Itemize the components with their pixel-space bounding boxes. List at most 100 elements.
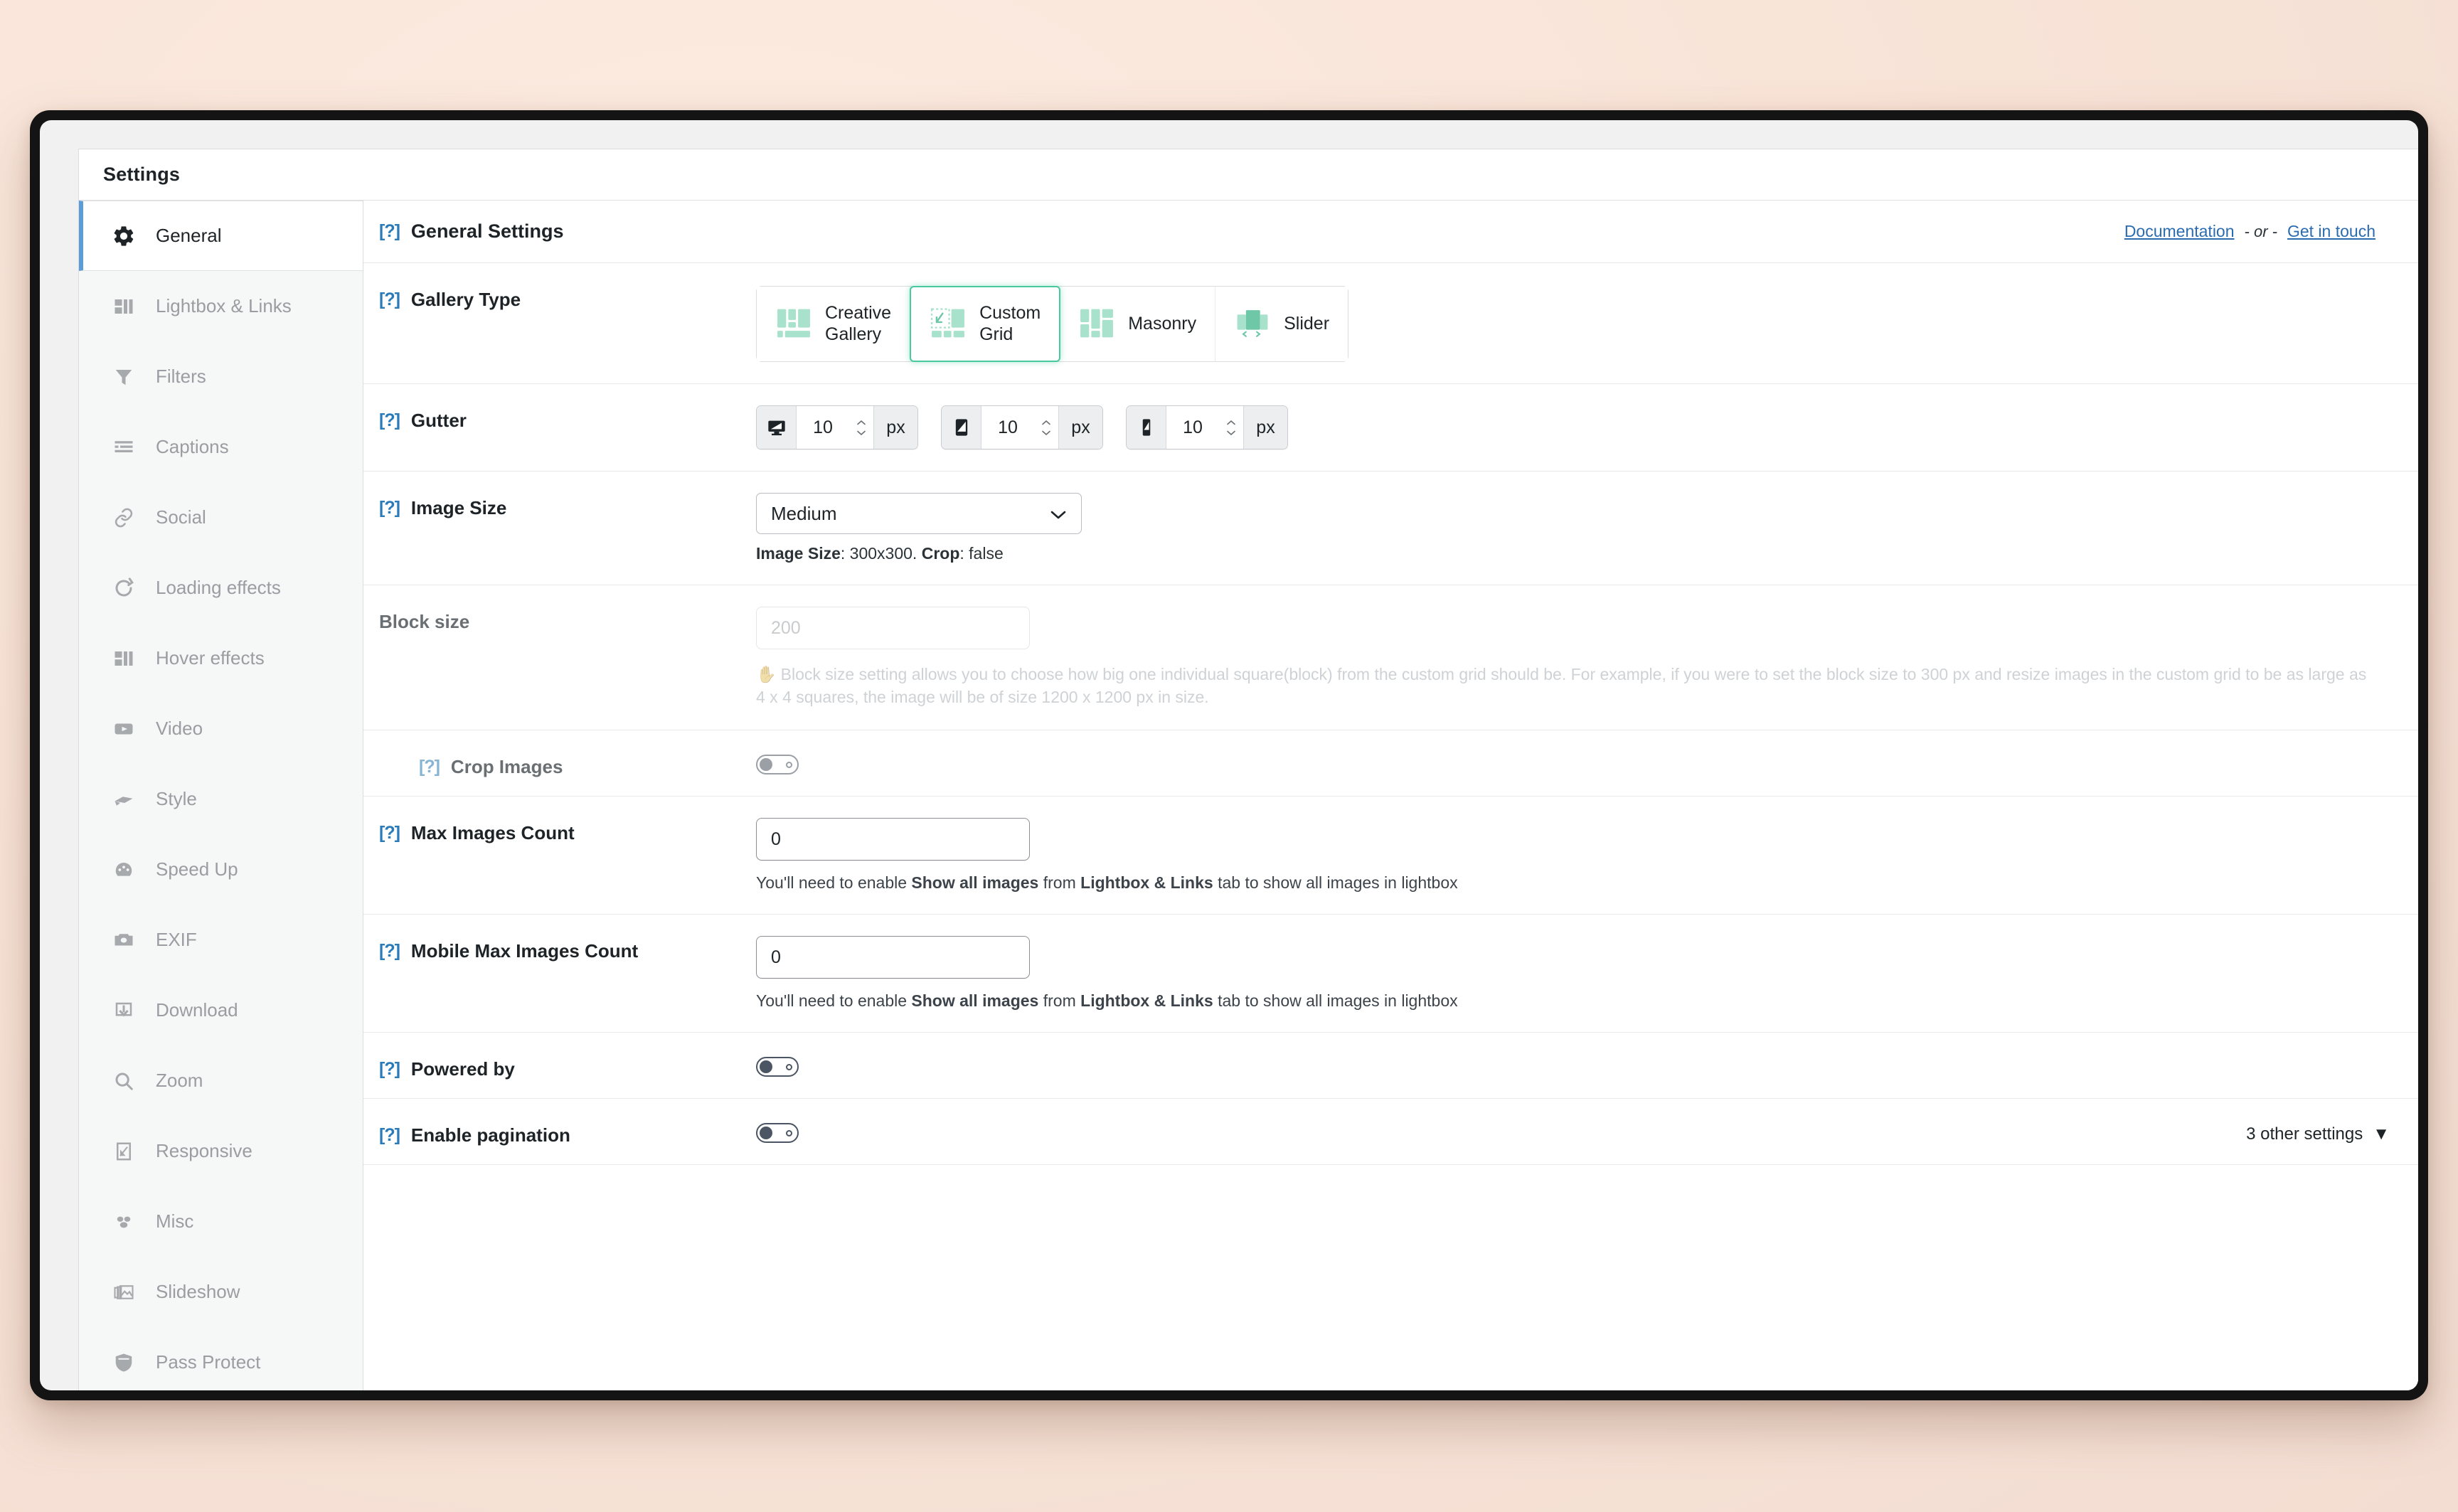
sidebar-item-social[interactable]: Social [79, 482, 363, 553]
block-size-label-cell: Block size [379, 585, 756, 633]
device-frame: Settings General Lightbox & Links Filter… [30, 110, 2428, 1400]
refresh-icon [107, 575, 140, 602]
download-icon [107, 997, 140, 1024]
sidebar-item-style[interactable]: Style [79, 764, 363, 834]
sidebar-item-download[interactable]: Download [79, 975, 363, 1045]
sidebar-item-label: Hover effects [156, 647, 265, 669]
help-icon[interactable]: [?] [379, 223, 400, 240]
sidebar-item-video[interactable]: Video [79, 693, 363, 764]
sidebar-item-label: Social [156, 506, 206, 528]
toggle-ring [786, 761, 792, 768]
gallery-type-option-masonry[interactable]: Masonry [1060, 287, 1216, 361]
sidebar-item-lightbox-links[interactable]: Lightbox & Links [79, 271, 363, 341]
settings-content: [?] General Settings Documentation - or … [363, 201, 2418, 1390]
crop-images-toggle[interactable] [756, 755, 799, 775]
gutter-desktop-value: 10 [797, 406, 849, 449]
image-size-note-value: : 300x300. [840, 544, 922, 563]
row-gutter: [?] Gutter 10 px 10 px 10 px [363, 384, 2418, 472]
sidebar-item-label: EXIF [156, 929, 197, 950]
gutter-mobile-stepper[interactable]: 10 px [1126, 405, 1288, 449]
link-separator: - or - [2244, 222, 2277, 240]
help-icon[interactable]: [?] [379, 942, 400, 960]
sidebar-item-slideshow[interactable]: Slideshow [79, 1257, 363, 1327]
image-size-select[interactable]: Medium [756, 493, 1082, 534]
gutter-desktop-arrows[interactable] [849, 406, 873, 449]
powered-by-toggle[interactable] [756, 1057, 799, 1077]
sidebar-item-label: Filters [156, 366, 206, 387]
sidebar-item-captions[interactable]: Captions [79, 412, 363, 482]
custom-grid-icon [930, 306, 967, 343]
note-part: from [1038, 873, 1081, 893]
layout-icon [107, 645, 140, 672]
mobile-max-images-count-note: You'll need to enable Show all images fr… [756, 991, 2390, 1011]
sidebar-item-speed-up[interactable]: Speed Up [79, 834, 363, 905]
block-size-input[interactable]: 200 [756, 607, 1030, 649]
sidebar-item-label: Misc [156, 1210, 194, 1232]
chevron-down-icon [1050, 503, 1067, 525]
panel-title-bar: Settings [79, 149, 2418, 201]
row-mobile-max-images-count: [?] Mobile Max Images Count 0 You'll nee… [363, 915, 2418, 1033]
enable-pagination-toggle[interactable] [756, 1123, 799, 1144]
note-part: You'll need to enable [756, 991, 912, 1011]
masonry-icon [1078, 306, 1115, 343]
help-icon[interactable]: [?] [379, 412, 400, 430]
max-images-count-label-cell: [?] Max Images Count [379, 797, 756, 844]
image-size-label-cell: [?] Image Size [379, 472, 756, 519]
help-icon[interactable]: [?] [379, 1127, 400, 1144]
note-part: tab to show all images in lightbox [1213, 991, 1458, 1011]
shield-icon [107, 1349, 140, 1376]
help-icon[interactable]: [?] [379, 824, 400, 842]
get-in-touch-link[interactable]: Get in touch [2287, 222, 2375, 241]
magnifier-icon [107, 1068, 140, 1095]
sidebar-item-responsive[interactable]: Responsive [79, 1116, 363, 1186]
row-max-images-count: [?] Max Images Count 0 You'll need to en… [363, 797, 2418, 915]
creative-gallery-icon [775, 306, 812, 343]
gutter-label: Gutter [410, 410, 467, 431]
gutter-tablet-arrows[interactable] [1034, 406, 1058, 449]
gallery-type-option-label: Slider [1284, 313, 1330, 334]
toggle-knob [760, 1127, 772, 1140]
sidebar-item-label: Loading effects [156, 577, 281, 598]
gallery-type-option-custom-grid[interactable]: Custom Grid [910, 286, 1061, 362]
gutter-mobile-arrows[interactable] [1219, 406, 1243, 449]
sidebar-item-exif[interactable]: EXIF [79, 905, 363, 975]
text-lines-icon [107, 434, 140, 461]
gutter-tablet-value: 10 [981, 406, 1034, 449]
sidebar-item-hover-effects[interactable]: Hover effects [79, 623, 363, 693]
gallery-type-option-slider[interactable]: Slider [1215, 287, 1348, 361]
sidebar-nav: General Lightbox & Links Filters Caption… [79, 201, 363, 1390]
help-icon[interactable]: [?] [379, 1060, 400, 1078]
help-icon[interactable]: [?] [379, 291, 400, 309]
gallery-type-option-creative-gallery[interactable]: Creative Gallery [757, 287, 911, 361]
dots-icon [107, 1208, 140, 1235]
gutter-desktop-stepper[interactable]: 10 px [756, 405, 918, 449]
documentation-link[interactable]: Documentation [2124, 222, 2235, 241]
sidebar-item-misc[interactable]: Misc [79, 1186, 363, 1257]
image-size-field: Medium Image Size: 300x300. Crop: false [756, 472, 2390, 585]
sidebar-item-zoom[interactable]: Zoom [79, 1045, 363, 1116]
toggle-ring [786, 1063, 792, 1070]
sidebar-item-pass-protect[interactable]: Pass Protect [79, 1327, 363, 1390]
image-size-note: Image Size: 300x300. Crop: false [756, 544, 2390, 563]
block-size-help-copy: Block size setting allows you to choose … [756, 665, 2367, 706]
sidebar-item-general[interactable]: General [79, 201, 363, 271]
max-images-count-input[interactable]: 0 [756, 818, 1030, 861]
other-settings-disclosure[interactable]: 3 other settings ▼ [2246, 1099, 2390, 1144]
gutter-mobile-unit: px [1243, 406, 1287, 449]
help-icon[interactable]: [?] [379, 499, 400, 517]
sidebar-item-label: Slideshow [156, 1281, 240, 1302]
sidebar-item-label: Lightbox & Links [156, 295, 292, 316]
row-gallery-type: [?] Gallery Type Creative Gallery Custom… [363, 263, 2418, 384]
gutter-mobile-value: 10 [1166, 406, 1219, 449]
gutter-tablet-stepper[interactable]: 10 px [941, 405, 1103, 449]
settings-panel: Settings General Lightbox & Links Filter… [78, 149, 2418, 1390]
image-size-label: Image Size [410, 497, 507, 518]
panel-body: General Lightbox & Links Filters Caption… [79, 201, 2418, 1390]
enable-pagination-field [756, 1099, 2246, 1164]
sidebar-item-loading-effects[interactable]: Loading effects [79, 553, 363, 623]
mobile-max-images-count-input[interactable]: 0 [756, 936, 1030, 979]
help-icon[interactable]: [?] [419, 758, 440, 776]
sidebar-item-filters[interactable]: Filters [79, 341, 363, 412]
tablet-icon [942, 406, 981, 449]
responsive-icon [107, 1138, 140, 1165]
